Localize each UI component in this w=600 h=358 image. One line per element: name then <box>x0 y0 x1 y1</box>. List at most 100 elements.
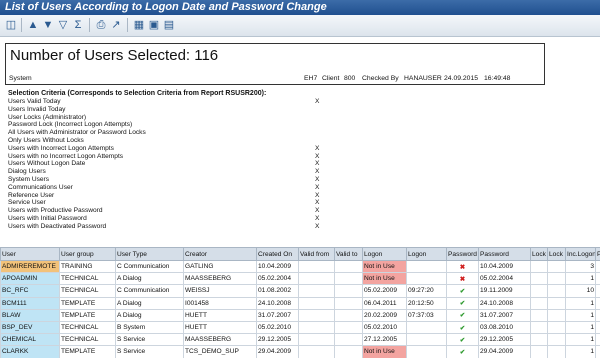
table-cell: 29.12.2005 <box>478 333 531 347</box>
table-cell <box>547 284 566 298</box>
checked-by-label: Checked By <box>362 75 399 82</box>
table-cell <box>595 333 600 347</box>
column-header[interactable]: Creator <box>183 247 257 261</box>
table-cell <box>298 296 335 310</box>
table-cell <box>530 272 548 286</box>
column-header[interactable]: User group <box>59 247 116 261</box>
password-ok-icon: ✔ <box>459 336 466 344</box>
refresh-icon[interactable]: ◫ <box>4 18 18 32</box>
table-cell: 20.02.2009 <box>362 308 407 322</box>
table-row[interactable]: CLARKK TEMPLATE S Service TCS_DEMO_SUP 29.04… <box>0 345 600 358</box>
layout-change-icon[interactable]: ▤ <box>162 18 176 32</box>
table-cell: 20:12:50 <box>406 296 447 310</box>
column-header[interactable]: P <box>595 247 600 261</box>
table-cell: TEMPLATE <box>59 296 116 310</box>
table-cell <box>334 308 363 322</box>
password-ok-icon: ✔ <box>459 324 466 332</box>
table-cell <box>298 345 335 358</box>
table-cell: TECHNICAL <box>59 320 116 335</box>
toolbar-separator <box>21 18 22 32</box>
table-cell: 05.02.2010 <box>362 320 407 335</box>
column-header[interactable]: Logon <box>406 247 447 261</box>
table-cell: 29.04.2009 <box>256 345 299 358</box>
table-cell: WEISSJ <box>183 284 257 298</box>
table-row[interactable]: BC_RFC TECHNICAL C Communication WEISSJ 01.0… <box>0 284 600 298</box>
print-icon[interactable]: ⎙ <box>94 18 108 32</box>
column-header[interactable]: Created On <box>256 247 299 261</box>
table-cell: 3 <box>565 259 596 274</box>
table-cell <box>406 259 447 274</box>
column-header[interactable]: User Type <box>115 247 184 261</box>
sum-icon[interactable]: Σ <box>71 18 85 32</box>
table-cell: 1 <box>565 345 596 358</box>
criteria-mark: X <box>315 98 320 105</box>
layout-icon[interactable]: ▦ <box>132 18 146 32</box>
table-cell: 1 <box>565 333 596 347</box>
table-row[interactable]: BSP_DEV TECHNICAL B System HUETT 05.02.2010 0… <box>0 320 600 335</box>
table-cell <box>334 272 363 286</box>
table-row[interactable]: ADMIREREMOTE TRAINING C Communication GATLI… <box>0 259 600 274</box>
sort-asc-icon[interactable]: ▲ <box>26 18 40 32</box>
filter-icon[interactable]: ▽ <box>56 18 70 32</box>
column-header[interactable]: Valid from <box>298 247 335 261</box>
criteria-row: Users with no Incorrect Logon Attempts X <box>8 153 338 161</box>
criteria-row: Reference User X <box>8 192 338 200</box>
criteria-mark: X <box>315 191 320 199</box>
user-cell: BLAW <box>0 308 60 322</box>
table-cell: HUETT <box>183 308 257 322</box>
table-cell: A Dialog <box>115 296 184 310</box>
password-ok-icon: ✔ <box>459 348 466 356</box>
table-cell: TCS_DEMO_SUP <box>183 345 257 358</box>
column-header[interactable]: Inc.Logons <box>565 247 596 261</box>
table-cell: 24.10.2008 <box>478 296 531 310</box>
table-cell: ✔ <box>446 296 479 310</box>
table-cell: ✔ <box>446 284 479 298</box>
toolbar: ◫ ▲ ▼ ▽ Σ ⎙ ↗ ▦ ▣ ▤ <box>0 15 600 37</box>
table-cell <box>298 308 335 322</box>
table-cell <box>334 259 363 274</box>
criteria-row: Users Valid Today X <box>8 98 338 106</box>
criteria-row: User Locks (Administrator) <box>8 114 338 122</box>
column-header[interactable]: User <box>0 247 60 261</box>
table-cell <box>595 259 600 274</box>
client-value: 800 <box>344 75 356 82</box>
column-header[interactable]: Password <box>478 247 531 261</box>
criteria-label: Dialog Users <box>8 168 46 176</box>
table-cell <box>334 296 363 310</box>
criteria-row: Users Without Logon Date X <box>8 160 338 168</box>
password-locked-icon: ✖ <box>459 263 466 271</box>
export-icon[interactable]: ↗ <box>109 18 123 32</box>
table-row[interactable]: BLAW TEMPLATE A Dialog HUETT 31.07.2007 20.02… <box>0 308 600 322</box>
column-header[interactable]: Lock <box>530 247 548 261</box>
table-cell: B System <box>115 320 184 335</box>
table-cell: TRAINING <box>59 259 116 274</box>
criteria-label: Users Without Logon Date <box>8 160 86 168</box>
table-row[interactable]: BCM111 TEMPLATE A Dialog I001458 24.10.2008 0… <box>0 296 600 310</box>
column-header[interactable]: Password <box>446 247 479 261</box>
criteria-row: System Users X <box>8 176 338 184</box>
table-cell <box>298 333 335 347</box>
sort-desc-icon[interactable]: ▼ <box>41 18 55 32</box>
table-row[interactable]: APOADMIN TECHNICAL A Dialog MAASSEBERG 05.02… <box>0 272 600 286</box>
table-cell <box>530 284 548 298</box>
table-cell: ✔ <box>446 308 479 322</box>
table-row[interactable]: CHEMICAL TECHNICAL S Service MAASSEBERG 29.1… <box>0 333 600 347</box>
table-cell <box>334 320 363 335</box>
column-header[interactable]: Valid to <box>334 247 363 261</box>
column-header[interactable]: Lock <box>547 247 566 261</box>
user-cell: BCM111 <box>0 296 60 310</box>
table-cell: ✔ <box>446 320 479 335</box>
table-cell: 05.02.2004 <box>478 272 531 286</box>
criteria-label: Users with Initial Password <box>8 214 87 222</box>
table-cell <box>530 259 548 274</box>
criteria-title: Selection Criteria (Corresponds to Selec… <box>8 90 267 97</box>
table-cell: 06.04.2011 <box>362 296 407 310</box>
table-cell: 05.02.2010 <box>256 320 299 335</box>
criteria-label: Users with Productive Password <box>8 207 103 215</box>
column-header[interactable]: Logon <box>362 247 407 261</box>
criteria-label: Communications User <box>8 183 73 191</box>
table-cell: TECHNICAL <box>59 272 116 286</box>
grid-icon[interactable]: ▣ <box>147 18 161 32</box>
user-cell: APOADMIN <box>0 272 60 286</box>
table-cell: I001458 <box>183 296 257 310</box>
